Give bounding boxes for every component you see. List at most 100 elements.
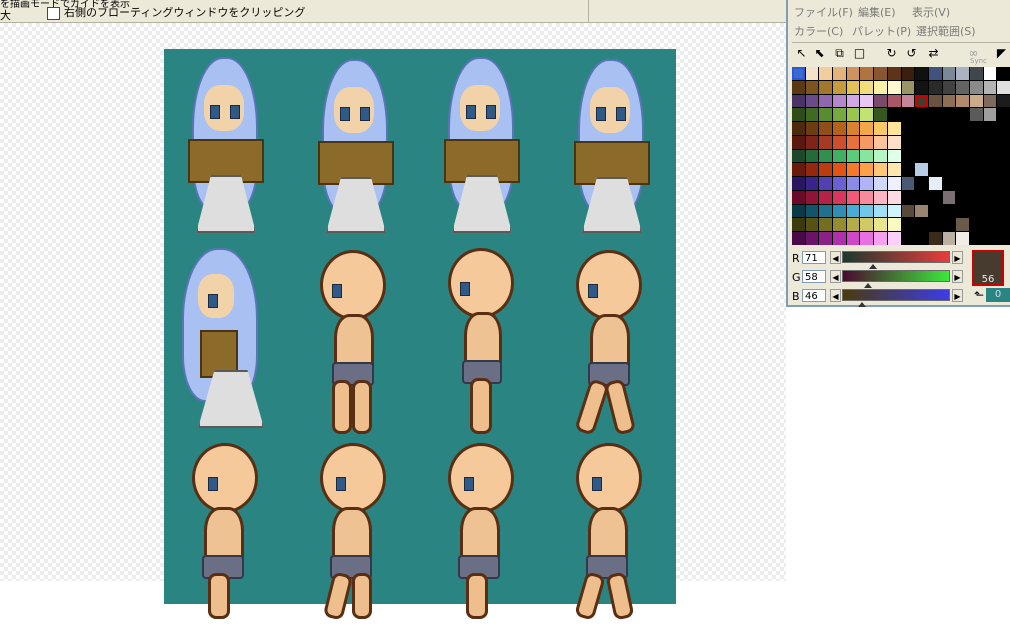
palette-swatch[interactable] (901, 67, 915, 80)
palette-swatch[interactable] (956, 204, 969, 218)
palette-swatch[interactable] (860, 122, 874, 135)
palette-swatch[interactable] (915, 67, 928, 80)
palette-swatch[interactable] (833, 94, 846, 108)
palette-swatch[interactable] (860, 94, 874, 108)
palette-swatch[interactable] (805, 108, 819, 122)
palette-swatch[interactable] (874, 149, 887, 163)
palette-swatch[interactable] (901, 122, 915, 135)
palette-swatch[interactable] (928, 190, 942, 204)
palette-swatch[interactable] (969, 149, 983, 163)
palette-swatch[interactable] (887, 108, 901, 122)
palette-swatch[interactable] (956, 67, 969, 80)
palette-swatch[interactable] (846, 190, 860, 204)
palette-swatch[interactable] (846, 94, 860, 108)
palette-swatch[interactable] (860, 163, 874, 177)
palette-swatch[interactable] (928, 204, 942, 218)
palette-swatch[interactable] (792, 135, 805, 149)
palette-swatch[interactable] (805, 122, 819, 135)
green-value-field[interactable]: 58 (802, 270, 826, 283)
menu-selection[interactable]: 選択範囲(S) (916, 23, 976, 39)
palette-swatch[interactable] (887, 218, 901, 232)
swap-right-icon[interactable]: ↺ (904, 46, 919, 61)
palette-swatch[interactable] (887, 94, 901, 108)
palette-swatch[interactable] (819, 67, 833, 80)
palette-swatch[interactable] (874, 163, 887, 177)
palette-swatch[interactable] (846, 218, 860, 232)
red-value-field[interactable]: 71 (802, 251, 826, 264)
palette-swatch[interactable] (846, 149, 860, 163)
red-increase-button[interactable]: ▶ (952, 251, 963, 264)
palette-swatch[interactable] (833, 177, 846, 190)
palette-swatch[interactable] (983, 80, 997, 94)
palette-swatch[interactable] (997, 108, 1010, 122)
palette-swatch[interactable] (942, 218, 956, 232)
palette-swatch[interactable] (860, 135, 874, 149)
palette-swatch[interactable] (887, 204, 901, 218)
palette-swatch[interactable] (846, 177, 860, 190)
palette-swatch[interactable] (874, 135, 887, 149)
menu-color[interactable]: カラー(C) (794, 23, 843, 39)
palette-swatch[interactable] (928, 135, 942, 149)
palette-swatch[interactable] (942, 80, 956, 94)
palette-swatch[interactable] (969, 94, 983, 108)
palette-swatch[interactable] (956, 94, 969, 108)
palette-swatch[interactable] (928, 67, 942, 80)
palette-swatch[interactable] (956, 149, 969, 163)
palette-swatch[interactable] (874, 67, 887, 80)
palette-swatch[interactable] (942, 232, 956, 245)
palette-swatch[interactable] (928, 177, 942, 190)
palette-swatch[interactable] (969, 232, 983, 245)
arrow-icon[interactable]: ↖ (794, 46, 809, 61)
palette-swatch[interactable] (805, 204, 819, 218)
blue-value-field[interactable]: 46 (802, 289, 826, 302)
palette-swatch[interactable] (997, 190, 1010, 204)
copy-icon[interactable]: ⧉ (832, 46, 847, 61)
palette-swatch[interactable] (956, 177, 969, 190)
palette-swatch[interactable] (887, 122, 901, 135)
red-slider[interactable] (842, 251, 950, 269)
palette-swatch[interactable] (792, 218, 805, 232)
palette-swatch[interactable] (915, 135, 928, 149)
palette-swatch[interactable] (860, 204, 874, 218)
palette-swatch[interactable] (860, 67, 874, 80)
palette-swatch[interactable] (833, 108, 846, 122)
palette-swatch[interactable] (805, 232, 819, 245)
palette-swatch[interactable] (792, 190, 805, 204)
palette-swatch[interactable] (942, 122, 956, 135)
palette-swatch[interactable] (792, 80, 805, 94)
swap-left-icon[interactable]: ↻ (884, 46, 899, 61)
palette-swatch[interactable] (956, 163, 969, 177)
palette-swatch[interactable] (833, 232, 846, 245)
palette-swatch[interactable] (901, 108, 915, 122)
palette-swatch[interactable] (969, 135, 983, 149)
palette-swatch[interactable] (983, 135, 997, 149)
palette-swatch[interactable] (805, 80, 819, 94)
palette-swatch[interactable] (915, 190, 928, 204)
palette-swatch[interactable] (792, 108, 805, 122)
red-decrease-button[interactable]: ◀ (830, 251, 841, 264)
palette-swatch[interactable] (833, 204, 846, 218)
palette-swatch[interactable] (819, 149, 833, 163)
palette-swatch[interactable] (874, 94, 887, 108)
palette-swatch[interactable] (860, 232, 874, 245)
palette-swatch[interactable] (860, 218, 874, 232)
menu-view[interactable]: 表示(V) (912, 4, 950, 20)
palette-swatch[interactable] (887, 163, 901, 177)
palette-swatch[interactable] (819, 108, 833, 122)
palette-swatch[interactable] (901, 149, 915, 163)
palette-swatch[interactable] (846, 163, 860, 177)
triangle-icon[interactable]: ◤ (994, 46, 1009, 61)
palette-swatch[interactable] (928, 149, 942, 163)
palette-swatch[interactable] (997, 177, 1010, 190)
secondary-color-swatch[interactable]: 0 (986, 288, 1010, 302)
palette-swatch[interactable] (846, 204, 860, 218)
palette-swatch[interactable] (874, 80, 887, 94)
palette-swatch[interactable] (792, 163, 805, 177)
palette-swatch[interactable] (969, 177, 983, 190)
palette-swatch[interactable] (860, 177, 874, 190)
palette-swatch[interactable] (915, 94, 928, 108)
menu-edit[interactable]: 編集(E) (858, 4, 896, 20)
palette-swatch[interactable] (983, 177, 997, 190)
palette-swatch[interactable] (901, 177, 915, 190)
palette-swatch[interactable] (860, 80, 874, 94)
